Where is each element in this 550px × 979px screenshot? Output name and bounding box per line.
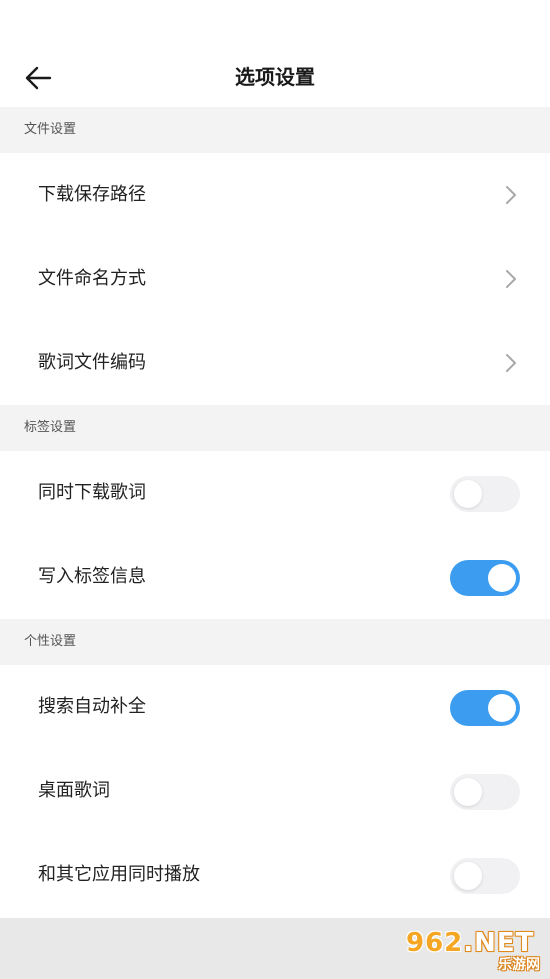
bottom-area: 962.NET 乐游网 <box>0 918 550 979</box>
section-title: 文件设置 <box>24 122 77 137</box>
setting-row-download-path[interactable]: 下载保存路径 <box>0 153 550 237</box>
chevron-right-icon <box>506 270 516 288</box>
setting-label: 搜索自动补全 <box>38 696 146 717</box>
setting-label: 桌面歌词 <box>38 780 110 801</box>
setting-label: 同时下载歌词 <box>38 482 146 503</box>
setting-row-search-autocomplete: 搜索自动补全 <box>0 665 550 749</box>
watermark-main: 962.NET <box>406 928 534 958</box>
site-watermark-logo: 962.NET 乐游网 <box>406 928 544 974</box>
section-header-file: 文件设置 <box>0 107 550 153</box>
toggle-knob <box>488 694 516 722</box>
desktop-lyrics-toggle[interactable] <box>450 774 520 810</box>
setting-row-write-tags: 写入标签信息 <box>0 535 550 619</box>
watermark-suffix: .NET <box>463 928 535 958</box>
chevron-right-icon <box>506 186 516 204</box>
search-autocomplete-toggle[interactable] <box>450 690 520 726</box>
concurrent-playback-toggle[interactable] <box>450 858 520 894</box>
section-header-personal: 个性设置 <box>0 619 550 665</box>
section-title: 标签设置 <box>24 420 77 435</box>
setting-row-concurrent-playback: 和其它应用同时播放 <box>0 833 550 917</box>
setting-row-download-lyrics: 同时下载歌词 <box>0 451 550 535</box>
setting-row-file-naming[interactable]: 文件命名方式 <box>0 237 550 321</box>
toggle-knob <box>454 862 482 890</box>
toggle-knob <box>454 778 482 806</box>
chevron-right-icon <box>506 354 516 372</box>
setting-label: 下载保存路径 <box>38 184 146 205</box>
write-tags-toggle[interactable] <box>450 560 520 596</box>
section-title: 个性设置 <box>24 634 77 649</box>
app-header: 选项设置 <box>0 0 550 107</box>
setting-label: 写入标签信息 <box>38 566 146 587</box>
download-lyrics-toggle[interactable] <box>450 476 520 512</box>
setting-label: 歌词文件编码 <box>38 352 146 373</box>
watermark-number: 962 <box>406 928 464 958</box>
watermark-sub: 乐游网 <box>498 957 540 973</box>
page-title: 选项设置 <box>235 65 315 89</box>
setting-row-lyric-encoding[interactable]: 歌词文件编码 <box>0 321 550 405</box>
toggle-knob <box>454 480 482 508</box>
setting-label: 文件命名方式 <box>38 268 146 289</box>
section-header-tag: 标签设置 <box>0 405 550 451</box>
setting-row-desktop-lyrics: 桌面歌词 <box>0 749 550 833</box>
toggle-knob <box>488 564 516 592</box>
setting-label: 和其它应用同时播放 <box>38 864 200 885</box>
